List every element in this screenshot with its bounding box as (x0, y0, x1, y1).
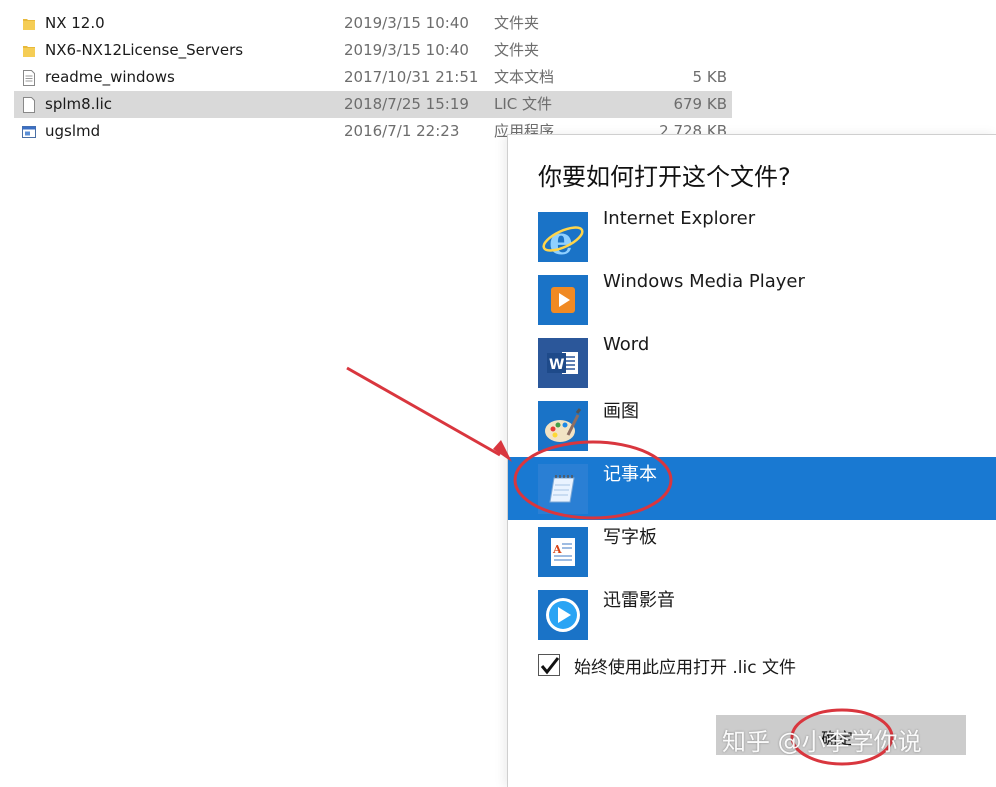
app-item-wordpad[interactable]: A 写字板 (508, 520, 996, 583)
file-type: 文本文档 (494, 68, 555, 86)
folder-icon (23, 46, 35, 57)
file-name: NX6-NX12License_Servers (45, 41, 244, 59)
svg-text:A: A (552, 543, 562, 556)
internet-explorer-icon: e (538, 212, 588, 263)
file-row-nx12[interactable]: NX 12.0 2019/3/15 10:40 文件夹 (0, 10, 740, 37)
app-label: 迅雷影音 (603, 590, 675, 611)
app-label: Word (603, 334, 650, 355)
app-label: 画图 (603, 401, 639, 422)
app-label: 记事本 (603, 464, 657, 485)
paint-icon (538, 401, 588, 451)
watermark: 知乎 @小李学你说 (722, 728, 922, 756)
app-item-word[interactable]: W Word (508, 331, 996, 394)
file-name: splm8.lic (45, 95, 113, 113)
app-item-windows-media-player[interactable]: Windows Media Player (508, 268, 996, 331)
file-row-readme[interactable]: readme_windows 2017/10/31 21:51 文本文档 5 K… (0, 64, 740, 91)
dialog-title: 你要如何打开这个文件? (538, 163, 791, 191)
app-item-notepad[interactable]: 记事本 (508, 457, 996, 520)
file-type: 文件夹 (494, 14, 540, 32)
svg-text:W: W (549, 357, 564, 373)
file-date: 2017/10/31 21:51 (344, 68, 479, 86)
application-icon (22, 126, 36, 138)
open-with-dialog: 你要如何打开这个文件? e Internet Explorer Windows … (507, 134, 996, 787)
app-label: Windows Media Player (603, 271, 805, 292)
media-player-icon (538, 275, 588, 325)
file-name: NX 12.0 (45, 14, 105, 32)
file-list: NX 12.0 2019/3/15 10:40 文件夹 NX6-NX12Lice… (0, 10, 740, 145)
file-date: 2018/7/25 15:19 (344, 95, 469, 113)
notepad-icon (538, 464, 588, 514)
blank-file-icon (23, 97, 35, 113)
app-item-internet-explorer[interactable]: e Internet Explorer (508, 205, 996, 268)
file-size: 5 KB (692, 68, 727, 86)
app-label: Internet Explorer (603, 208, 756, 229)
xunlei-player-icon (538, 590, 588, 640)
svg-text:e: e (549, 218, 573, 262)
file-date: 2016/7/1 22:23 (344, 122, 460, 140)
app-label: 写字板 (603, 527, 657, 548)
always-use-label: 始终使用此应用打开 .lic 文件 (574, 658, 797, 678)
file-row-splm8-lic[interactable]: splm8.lic 2018/7/25 15:19 LIC 文件 679 KB (14, 91, 732, 118)
file-type: 文件夹 (494, 41, 540, 59)
word-icon: W (538, 338, 588, 388)
file-name: ugslmd (45, 122, 101, 140)
file-name: readme_windows (45, 68, 175, 86)
file-date: 2019/3/15 10:40 (344, 41, 469, 59)
file-size: 679 KB (673, 95, 727, 113)
always-use-checkbox[interactable] (538, 654, 560, 676)
file-row-license-servers[interactable]: NX6-NX12License_Servers 2019/3/15 10:40 … (0, 37, 740, 64)
text-file-icon (23, 70, 35, 86)
annotation-arrow-line (346, 366, 501, 457)
file-date: 2019/3/15 10:40 (344, 14, 469, 32)
app-item-xunlei-player[interactable]: 迅雷影音 (508, 583, 996, 646)
wordpad-icon: A (538, 527, 588, 577)
checkmark-icon (540, 657, 560, 675)
app-item-paint[interactable]: 画图 (508, 394, 996, 457)
file-type: LIC 文件 (494, 95, 553, 113)
folder-icon (23, 19, 35, 30)
